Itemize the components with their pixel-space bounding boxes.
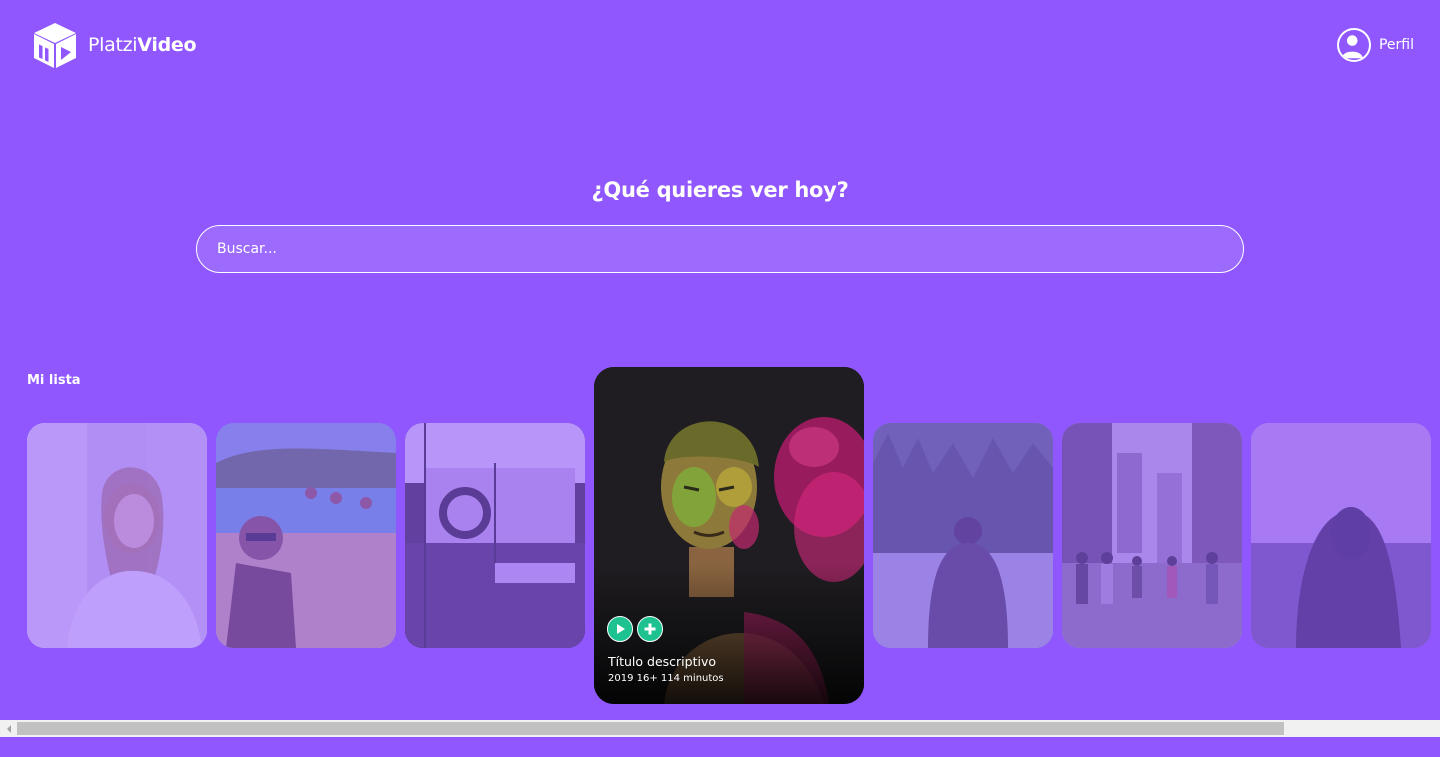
user-avatar-icon <box>1336 28 1371 62</box>
header: PlatziVideo Perfil <box>0 0 1440 90</box>
play-icon <box>617 624 625 634</box>
brand-name-bold: Video <box>137 34 197 56</box>
scroll-thumb[interactable] <box>17 722 1284 735</box>
card-actions <box>607 616 663 642</box>
carousel-item[interactable] <box>216 423 396 648</box>
carousel-item-active[interactable]: Título descriptivo 2019 16+ 114 minutos <box>594 367 864 704</box>
brand-name: PlatziVideo <box>88 34 197 56</box>
horizontal-scrollbar[interactable] <box>0 720 1440 737</box>
card-meta: 2019 16+ 114 minutos <box>608 673 724 684</box>
card-overlay <box>1251 423 1431 648</box>
carousel: Título descriptivo 2019 16+ 114 minutos <box>0 367 1440 707</box>
card-overlay <box>216 423 396 648</box>
card-overlay <box>405 423 585 648</box>
brand-name-light: Platzi <box>88 34 138 56</box>
card-title: Título descriptivo <box>608 654 717 669</box>
card-overlay <box>1062 423 1242 648</box>
search-title: ¿Qué quieres ver hoy? <box>591 178 849 202</box>
profile-menu[interactable]: Perfil <box>1336 28 1414 62</box>
carousel-item[interactable] <box>405 423 585 648</box>
play-button[interactable] <box>607 616 633 642</box>
scroll-left-arrow-icon[interactable] <box>0 720 17 737</box>
profile-label: Perfil <box>1378 37 1414 53</box>
search-input[interactable] <box>196 225 1244 273</box>
cube-play-icon <box>34 23 76 68</box>
carousel-item[interactable] <box>873 423 1053 648</box>
add-to-list-button[interactable] <box>637 616 663 642</box>
carousel-item[interactable] <box>1251 423 1431 648</box>
plus-icon <box>644 623 656 635</box>
card-overlay <box>873 423 1053 648</box>
card-details: Título descriptivo 2019 16+ 114 minutos <box>608 654 724 684</box>
carousel-item[interactable] <box>1062 423 1242 648</box>
carousel-item[interactable] <box>27 423 207 648</box>
card-overlay <box>27 423 207 648</box>
logo[interactable]: PlatziVideo <box>30 20 197 70</box>
